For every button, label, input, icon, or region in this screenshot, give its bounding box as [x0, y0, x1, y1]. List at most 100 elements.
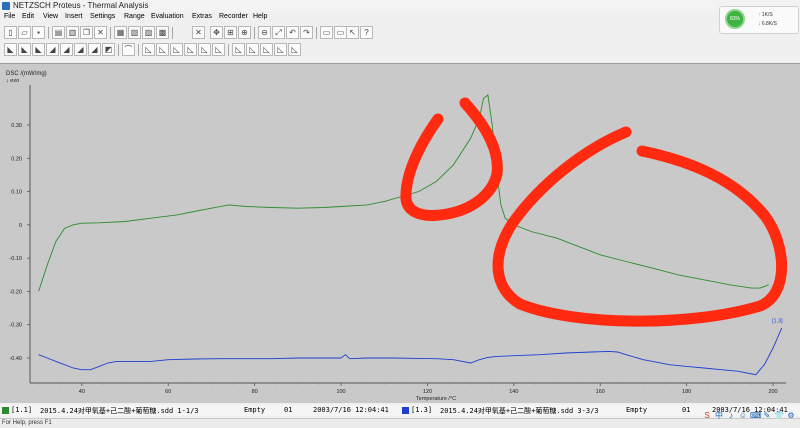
x-tick-label: 200 [768, 389, 777, 395]
y-axis-label: DSC /(mW/mg) [6, 71, 47, 77]
close-icon[interactable]: ✕ [94, 26, 107, 39]
exo-direction-label: ↓ exo [6, 78, 19, 84]
download-speed-value: 6.8K/S [761, 21, 777, 27]
y-tick-label: -0.30 [9, 323, 22, 329]
step-icon[interactable]: ◺ [170, 43, 183, 56]
title-bar: NETZSCH Proteus - Thermal Analysis [0, 0, 800, 12]
fit-icon[interactable]: ⊞ [224, 26, 237, 39]
row2-id: [1.3] [411, 406, 433, 414]
cpu-gauge: 83% [725, 9, 745, 29]
menu-bar: File Edit View Insert Settings Range Eva… [0, 12, 720, 24]
row2-seg: 01 [682, 406, 691, 414]
new-file-icon[interactable]: ▯ [4, 26, 17, 39]
tangent-icon[interactable]: ◺ [198, 43, 211, 56]
row2-state: Empty [626, 406, 648, 414]
onset-icon[interactable]: ◺ [142, 43, 155, 56]
series-color-swatch-2 [402, 407, 409, 414]
toolbar-separator [110, 27, 111, 39]
x-tick-label: 100 [336, 389, 345, 395]
upload-speed-value: 1K/S [761, 12, 773, 18]
menu-edit[interactable]: Edit [22, 13, 34, 20]
multi-chart-icon[interactable]: ▧ [128, 26, 141, 39]
punctuation-icon[interactable]: ♪ [726, 411, 736, 421]
upload-arrow-icon: ↑ [758, 12, 761, 18]
curve-f-icon[interactable]: ◢ [74, 43, 87, 56]
peak-icon[interactable]: ⌒ [122, 43, 135, 56]
emoji-icon[interactable]: ☺ [738, 411, 748, 421]
upload-speed: ↑ 1K/S [758, 12, 773, 18]
x-tick-label: 60 [165, 389, 171, 395]
settings-icon[interactable]: ⚙ [786, 411, 796, 421]
chart-icon[interactable]: ▨ [142, 26, 155, 39]
area-icon[interactable]: ◺ [156, 43, 169, 56]
chart-range-icon[interactable]: ▩ [156, 26, 169, 39]
row1-state: Empty [244, 406, 266, 414]
toolbar-separator [228, 44, 229, 56]
table-icon[interactable]: ▦ [114, 26, 127, 39]
red-marker-loop-left [400, 97, 503, 221]
frame-icon[interactable]: ◺ [274, 43, 287, 56]
menu-extras[interactable]: Extras [192, 13, 212, 20]
curve-a-icon[interactable]: ◣ [4, 43, 17, 56]
tool-icon[interactable]: ◩ [102, 43, 115, 56]
print-preview-icon[interactable]: ▥ [66, 26, 79, 39]
menu-recorder[interactable]: Recorder [219, 13, 248, 20]
menu-evaluation[interactable]: Evaluation [151, 13, 184, 20]
menu-settings[interactable]: Settings [90, 13, 115, 20]
save-icon[interactable]: ▪ [32, 26, 45, 39]
undo-zoom-icon[interactable]: ↶ [286, 26, 299, 39]
sogou-icon[interactable]: S [702, 411, 712, 421]
zoom-icon[interactable]: ⊕ [238, 26, 251, 39]
y-tick-label: -0.10 [9, 256, 22, 262]
delete-icon[interactable]: ✕ [192, 26, 205, 39]
menu-view[interactable]: View [43, 13, 58, 20]
print-icon[interactable]: ▤ [52, 26, 65, 39]
ime-toolbar[interactable]: S 中 ♪ ☺ ⌨ ✎ 👕 ⚙ [700, 409, 800, 423]
status-row: [1.1] 2015.4.24对甲氧基+己二酸+葡萄糖.sdd 1-1/3 Em… [0, 405, 800, 416]
network-speed-widget[interactable]: 83% ↑ 1K/S ↓ 6.8K/S [719, 6, 799, 34]
main-toolbar: ▯ ▱ ▪ ▤ ▥ ❐ ✕ ▦ ▧ ▨ ▩ ✕ ✥ ⊞ ⊕ ⊖ ⤢ ↶ ↷ ▭ … [0, 25, 720, 41]
skin-icon[interactable]: 👕 [774, 411, 784, 421]
help-cursor-icon[interactable]: ? [360, 26, 373, 39]
cursor-icon[interactable]: ↖ [346, 26, 359, 39]
toolbar-separator [254, 27, 255, 39]
chinese-mode-icon[interactable]: 中 [714, 411, 724, 421]
curve-g-icon[interactable]: ◢ [88, 43, 101, 56]
download-arrow-icon: ↓ [758, 21, 761, 27]
x-tick-label: 140 [509, 389, 518, 395]
zoom-full-icon[interactable]: ⤢ [272, 26, 285, 39]
menu-insert[interactable]: Insert [65, 13, 83, 20]
scale-icon[interactable]: ▭ [320, 26, 333, 39]
handwriting-icon[interactable]: ✎ [762, 411, 772, 421]
copy-icon[interactable]: ❐ [80, 26, 93, 39]
row1-seg: 01 [284, 406, 293, 414]
y-tick-label: 0 [19, 223, 22, 229]
x-tick-label: 160 [596, 389, 605, 395]
frame-icon[interactable]: ◺ [288, 43, 301, 56]
rect-icon[interactable]: ◺ [246, 43, 259, 56]
frame-icon[interactable]: ◺ [260, 43, 273, 56]
arrows-icon[interactable]: ✥ [210, 26, 223, 39]
marker-icon[interactable]: ◺ [212, 43, 225, 56]
curve-c-icon[interactable]: ◣ [32, 43, 45, 56]
keyboard-icon[interactable]: ⌨ [750, 411, 762, 421]
dsc-chart[interactable]: DSC /(mW/mg)↓ exo -0.40 -0.30 -0.20 -0.10 0 0.… [0, 64, 800, 404]
open-icon[interactable]: ▱ [18, 26, 31, 39]
text-icon[interactable]: ◺ [232, 43, 245, 56]
zoom-out-icon[interactable]: ⊖ [258, 26, 271, 39]
toolbar-separator [316, 27, 317, 39]
help-text: For Help, press F1 [2, 420, 52, 426]
row1-file: 2015.4.24对甲氧基+己二酸+葡萄糖.sdd 1-1/3 [40, 407, 199, 415]
menu-help[interactable]: Help [253, 13, 267, 20]
curve-d-icon[interactable]: ◢ [46, 43, 59, 56]
toolbar-separator [138, 44, 139, 56]
curve-e-icon[interactable]: ◢ [60, 43, 73, 56]
width-icon[interactable]: ◺ [184, 43, 197, 56]
toolbar-separator [48, 27, 49, 39]
menu-range[interactable]: Range [124, 13, 145, 20]
toolbar-separator [118, 44, 119, 56]
redo-zoom-icon[interactable]: ↷ [300, 26, 313, 39]
dsc-plot-area[interactable]: DSC /(mW/mg) ↓ exo -0.40 -0.30 -0.20 -0.10 0 0.… [0, 63, 800, 403]
curve-b-icon[interactable]: ◣ [18, 43, 31, 56]
menu-file[interactable]: File [4, 13, 15, 20]
